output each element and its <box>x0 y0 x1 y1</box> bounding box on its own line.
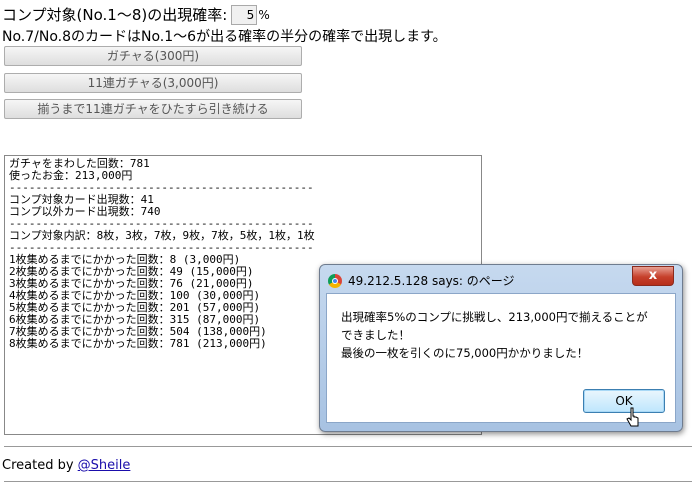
ok-button[interactable]: OK <box>583 389 665 413</box>
dialog-message: 出現確率5%のコンプに挑戦し、213,000円で揃えることが できました！ 最後… <box>341 308 648 362</box>
rate-label: コンプ対象(No.1～8)の出現確率: <box>2 6 228 24</box>
gacha-until-complete-button[interactable]: 揃うまで11連ガチャをひたすら引き続ける <box>4 99 302 119</box>
rate-input[interactable] <box>231 4 258 25</box>
dialog-message-line: 出現確率5%のコンプに挑戦し、213,000円で揃えることが <box>341 310 648 324</box>
footer-prefix: Created by <box>2 458 74 473</box>
dialog-title: 49.212.5.128 says: のページ <box>348 274 515 288</box>
footer-divider <box>4 446 692 447</box>
rate-row: コンプ対象(No.1～8)の出現確率: % <box>2 4 270 25</box>
dialog-title-bar: 49.212.5.128 says: のページ <box>328 272 515 289</box>
rate-unit: % <box>258 7 270 22</box>
author-link[interactable]: @Sheile <box>78 458 131 473</box>
dialog-message-line: できました！ <box>341 328 410 342</box>
chrome-icon <box>328 273 342 288</box>
dialog-body: 出現確率5%のコンプに挑戦し、213,000円で揃えることが できました！ 最後… <box>326 293 676 423</box>
dialog-close-button[interactable]: x <box>632 266 674 286</box>
mouse-cursor-icon <box>626 407 639 427</box>
eleven-gacha-button[interactable]: 11連ガチャる(3,000円) <box>4 73 302 93</box>
footer-bottom-divider <box>4 481 692 482</box>
rate-note: No.7/No.8のカードはNo.1～6が出る確率の半分の確率で出現します。 <box>2 29 447 45</box>
alert-dialog: 49.212.5.128 says: のページ x 出現確率5%のコンプに挑戦し… <box>319 264 683 432</box>
footer: Created by @Sheile <box>2 458 130 473</box>
dialog-message-line: 最後の一枚を引くのに75,000円かかりました！ <box>341 346 589 360</box>
single-gacha-button[interactable]: ガチャる(300円) <box>4 46 302 66</box>
